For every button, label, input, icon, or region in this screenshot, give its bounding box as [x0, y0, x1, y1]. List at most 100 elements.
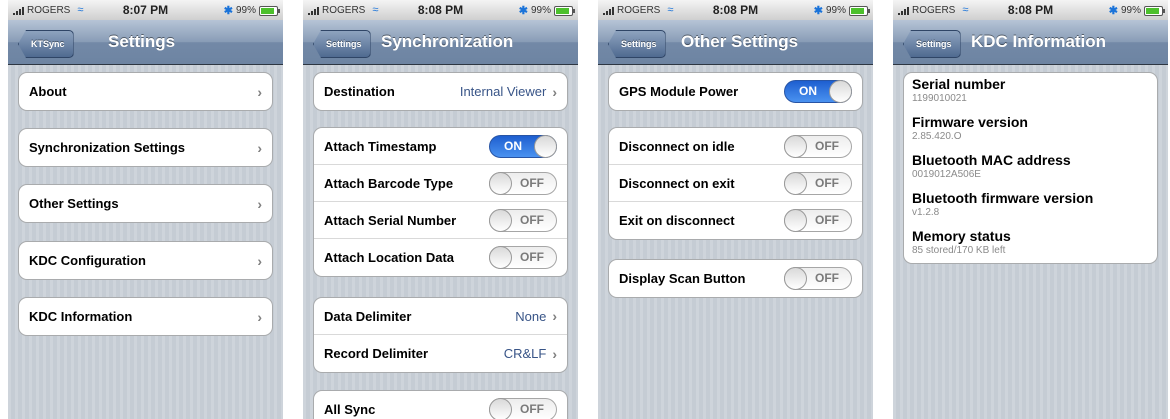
disconnect-on-exit-toggle[interactable]: OFF [784, 171, 852, 195]
toggle-label: Attach Barcode Type [324, 175, 454, 191]
battery-icon [554, 5, 575, 16]
synchronization-screen: ROGERS ≈ 8:08 PM ✱ 99% Settings Synchron… [303, 0, 578, 419]
toggle-knob [489, 398, 512, 419]
info-key: Memory status [912, 228, 1011, 244]
page-title: Settings [108, 32, 176, 51]
display-scan-button-row: Display Scan Button OFF [609, 260, 862, 297]
delimiter-value: None [515, 308, 547, 324]
settings-item-kdc-configuration[interactable]: KDC Configuration › [18, 241, 273, 280]
settings-item-other[interactable]: Other Settings › [18, 184, 273, 223]
info-memory-status: Memory status 85 stored/170 KB left [904, 225, 1157, 263]
toggle-label: Attach Location Data [324, 250, 455, 265]
back-button[interactable]: KTSync [18, 30, 74, 58]
data-delimiter-row[interactable]: Data Delimiter None › [314, 298, 567, 335]
attach-location-data-toggle[interactable]: OFF [489, 246, 557, 269]
attach-timestamp-toggle[interactable]: ON [489, 134, 557, 158]
info-firmware-version: Firmware version 2.85.420.O [904, 111, 1157, 149]
item-label: Synchronization Settings [29, 140, 186, 155]
chevron-right-icon: › [257, 308, 262, 325]
toggle-knob [534, 134, 557, 158]
back-button[interactable]: Settings [903, 30, 961, 58]
toggle-knob [829, 80, 852, 103]
chevron-right-icon: › [552, 345, 557, 362]
info-key: Serial number [912, 76, 1006, 92]
info-serial-number: Serial number 1199010021 [904, 73, 1157, 111]
destination-label: Destination [324, 84, 395, 99]
attach-serial-number-row: Attach Serial Number OFF [314, 202, 567, 239]
disconnect-group: Disconnect on idle OFF Disconnect on exi… [608, 127, 863, 240]
gps-module-power-row: GPS Module Power ON [609, 73, 862, 110]
battery-percent: 99% [1120, 5, 1141, 16]
battery-percent: 99% [235, 5, 256, 16]
attach-barcode-type-row: Attach Barcode Type OFF [314, 165, 567, 202]
toggle-knob [784, 171, 807, 195]
toggle-knob [489, 171, 512, 195]
toggle-knob [784, 267, 807, 290]
delimiter-group: Data Delimiter None › Record Delimiter C… [313, 297, 568, 373]
navigation-bar: Settings Other Settings [598, 20, 873, 65]
back-button[interactable]: Settings [608, 30, 666, 58]
settings-item-synchronization[interactable]: Synchronization Settings › [18, 128, 273, 167]
info-key: Firmware version [912, 114, 1028, 130]
toggle-label: Display Scan Button [619, 271, 746, 286]
bluetooth-icon: ✱ [223, 5, 233, 17]
exit-on-disconnect-toggle[interactable]: OFF [784, 209, 852, 232]
other-settings-screen: ROGERS ≈ 8:08 PM ✱ 99% Settings Other Se… [598, 0, 873, 419]
info-value: 1199010021 [912, 93, 967, 104]
info-value: 85 stored/170 KB left [912, 245, 1006, 256]
info-bluetooth-firmware: Bluetooth firmware version v1.2.8 [904, 187, 1157, 225]
bluetooth-icon: ✱ [813, 5, 823, 17]
battery-icon [1144, 5, 1165, 16]
navigation-bar: KTSync Settings [8, 20, 283, 65]
settings-screen: ROGERS ≈ 8:07 PM ✱ 99% KTSync Settings A… [8, 0, 283, 419]
back-button[interactable]: Settings [313, 30, 371, 58]
page-title: KDC Information [971, 32, 1107, 51]
info-value: v1.2.8 [912, 207, 940, 218]
info-key: Bluetooth MAC address [912, 152, 1071, 168]
delimiter-label: Data Delimiter [324, 308, 412, 324]
attach-timestamp-row: Attach Timestamp ON [314, 128, 567, 165]
toggle-knob [784, 209, 807, 232]
item-label: KDC Information [29, 309, 133, 324]
attach-serial-number-toggle[interactable]: OFF [489, 208, 557, 232]
settings-item-kdc-information[interactable]: KDC Information › [18, 297, 273, 336]
exit-on-disconnect-row: Exit on disconnect OFF [609, 202, 862, 239]
bluetooth-icon: ✱ [518, 5, 528, 17]
bluetooth-icon: ✱ [1108, 5, 1118, 17]
kdc-information-screen: ROGERS ≈ 8:08 PM ✱ 99% Settings KDC Info… [893, 0, 1168, 419]
chevron-right-icon: › [257, 139, 262, 156]
toggle-label: GPS Module Power [619, 84, 739, 99]
page-title: Other Settings [681, 32, 799, 51]
status-bar: ROGERS ≈ 8:08 PM ✱ 99% [303, 0, 578, 20]
destination-row[interactable]: Destination Internal Viewer › [314, 73, 567, 110]
destination-value: Internal Viewer [459, 84, 547, 99]
page-title: Synchronization [381, 32, 514, 51]
destination-group: Destination Internal Viewer › [313, 72, 568, 111]
chevron-right-icon: › [552, 308, 557, 324]
delimiter-value: CR&LF [503, 346, 547, 361]
gps-module-power-toggle[interactable]: ON [784, 80, 852, 103]
all-sync-row: All Sync OFF [314, 391, 567, 419]
toggle-label: Disconnect on exit [619, 175, 735, 191]
toggle-label: Attach Timestamp [324, 138, 437, 154]
toggle-label: Disconnect on idle [619, 138, 735, 154]
toggle-knob [784, 134, 807, 158]
attach-barcode-type-toggle[interactable]: OFF [489, 171, 557, 195]
toggle-knob [489, 208, 512, 232]
battery-percent: 99% [530, 5, 551, 16]
item-label: KDC Configuration [29, 253, 146, 268]
display-scan-button-toggle[interactable]: OFF [784, 267, 852, 290]
info-bluetooth-mac: Bluetooth MAC address 0019012A506E [904, 149, 1157, 187]
battery-percent: 99% [825, 5, 846, 16]
kdc-info-group: Serial number 1199010021 Firmware versio… [903, 72, 1158, 264]
status-bar: ROGERS ≈ 8:08 PM ✱ 99% [893, 0, 1168, 20]
disconnect-on-idle-toggle[interactable]: OFF [784, 134, 852, 158]
info-value: 2.85.420.O [912, 131, 962, 142]
all-sync-toggle[interactable]: OFF [489, 398, 557, 419]
info-value: 0019012A506E [912, 169, 981, 180]
scan-group: Display Scan Button OFF [608, 259, 863, 298]
toggle-label: Attach Serial Number [324, 212, 457, 228]
settings-item-about[interactable]: About › [18, 72, 273, 111]
record-delimiter-row[interactable]: Record Delimiter CR&LF › [314, 335, 567, 372]
toggle-label: All Sync [324, 402, 376, 417]
